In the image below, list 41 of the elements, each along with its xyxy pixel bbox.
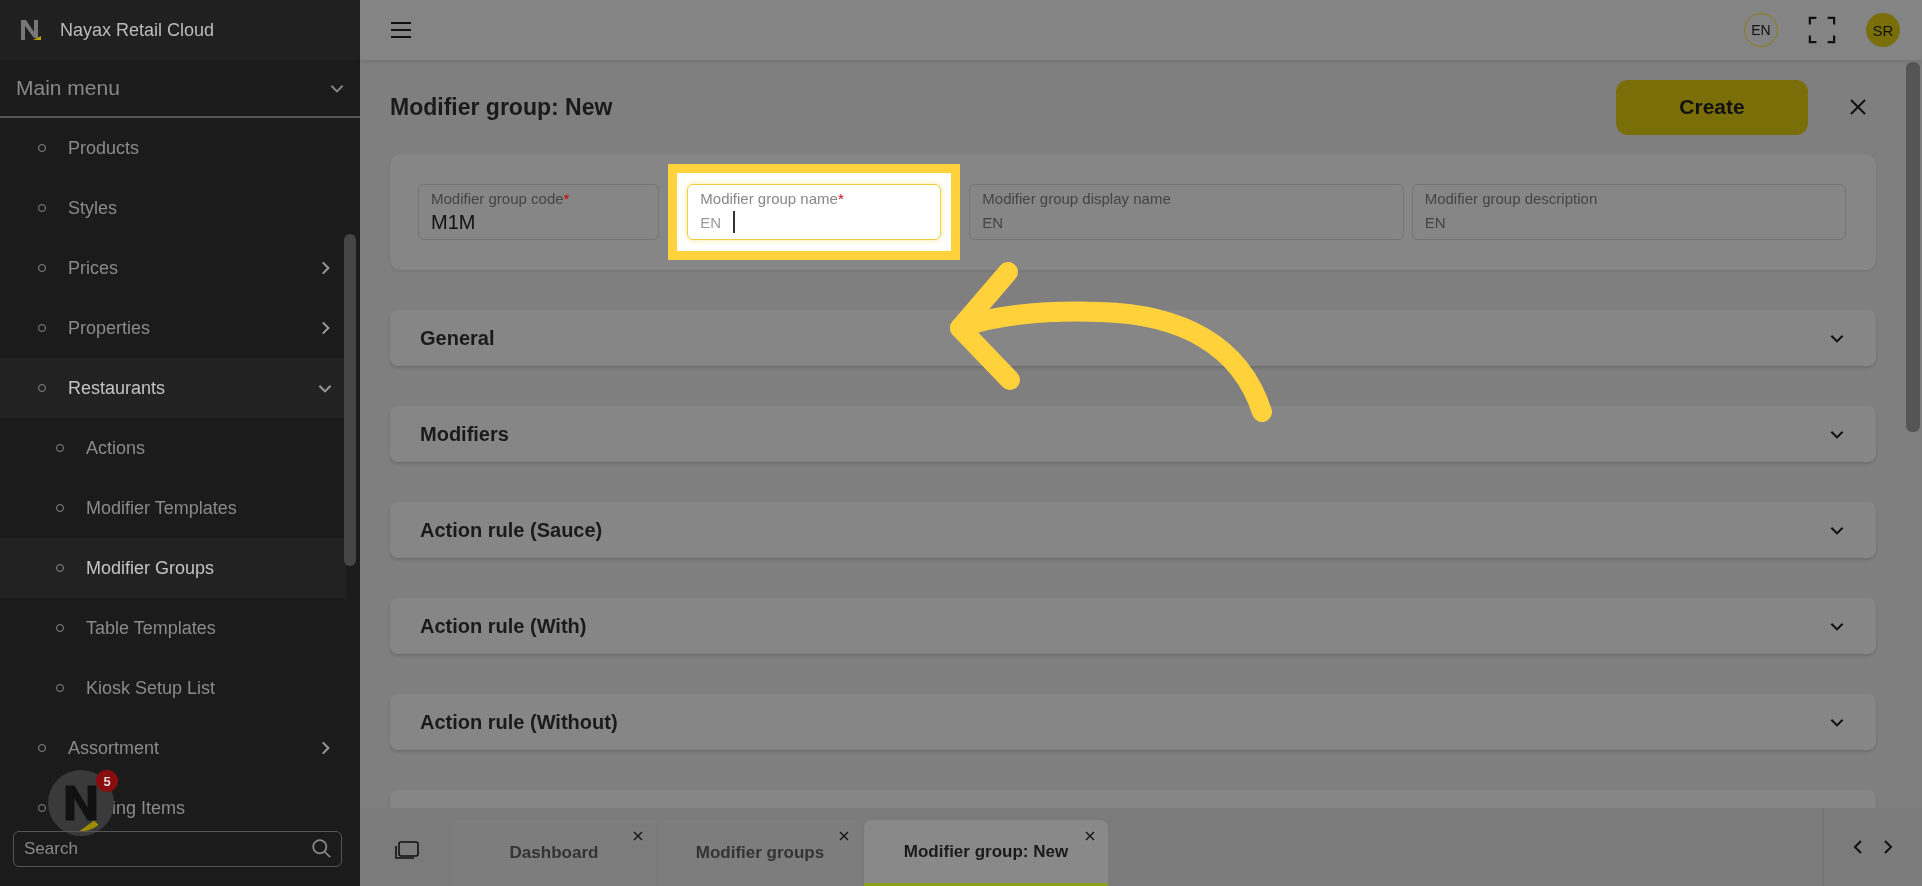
- notification-badge: 5: [96, 770, 118, 792]
- sidebar-item[interactable]: Prices: [0, 238, 346, 298]
- create-button[interactable]: Create: [1616, 79, 1808, 135]
- sidebar-item[interactable]: Restaurants: [0, 358, 346, 418]
- accordion-section[interactable]: Action rule (With): [390, 598, 1876, 654]
- app-title: Nayax Retail Cloud: [60, 19, 215, 41]
- scrollbar[interactable]: [344, 234, 356, 566]
- close-icon[interactable]: [838, 830, 850, 842]
- input-field[interactable]: Modifier group code* M1M: [418, 184, 660, 240]
- menu-icon[interactable]: [390, 21, 412, 39]
- menu-title: Main menu: [16, 76, 120, 100]
- chevron-right-icon[interactable]: [1882, 839, 1894, 855]
- search-field[interactable]: Search: [13, 831, 342, 867]
- sidebar-subitem[interactable]: Modifier Groups: [0, 538, 346, 598]
- close-icon[interactable]: [1848, 97, 1868, 117]
- sidebar-item[interactable]: Properties: [0, 298, 346, 358]
- input-field[interactable]: Modifier group description EN: [1411, 184, 1846, 240]
- accordion-section[interactable]: Action rule (Without): [390, 694, 1876, 750]
- user-avatar[interactable]: SR: [1866, 13, 1900, 47]
- scrollbar[interactable]: [1906, 62, 1920, 432]
- close-icon[interactable]: [1084, 830, 1096, 842]
- input-field[interactable]: Modifier group display name EN: [969, 184, 1404, 240]
- chevron-left-icon[interactable]: [1852, 839, 1864, 855]
- accordion-section[interactable]: Modifiers: [390, 406, 1876, 462]
- accordion-section[interactable]: Action rule (Sauce): [390, 502, 1876, 558]
- tab[interactable]: Modifier group: New: [864, 820, 1108, 886]
- assistant-avatar[interactable]: [48, 770, 114, 836]
- sidebar-item[interactable]: Products: [0, 118, 346, 178]
- sidebar-subitem[interactable]: Kiosk Setup List: [0, 658, 346, 718]
- close-icon[interactable]: [632, 830, 644, 842]
- search-icon: [311, 838, 333, 860]
- sidebar-subitem[interactable]: Actions: [0, 418, 346, 478]
- accordion-section[interactable]: General: [390, 310, 1876, 366]
- page-title: Modifier group: New: [390, 93, 614, 121]
- sidebar-subitem[interactable]: Table Templates: [0, 598, 346, 658]
- fullscreen-icon[interactable]: [1808, 16, 1836, 44]
- sidebar-subitem[interactable]: Modifier Templates: [0, 478, 346, 538]
- input-field[interactable]: Modifier group name* EN: [687, 184, 942, 240]
- sidebar-item[interactable]: Styles: [0, 178, 346, 238]
- windows-icon[interactable]: [394, 840, 420, 862]
- logo-icon: [20, 18, 42, 42]
